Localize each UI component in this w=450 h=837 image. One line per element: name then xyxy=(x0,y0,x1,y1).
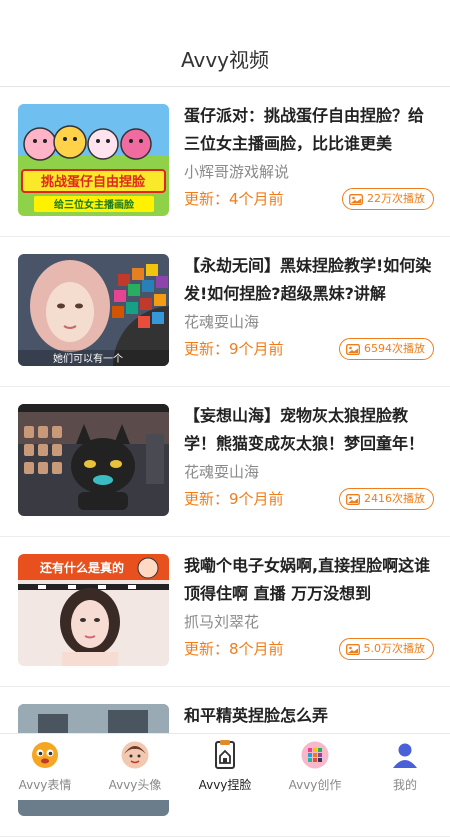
image-icon xyxy=(349,193,363,205)
play-count: 2416次播放 xyxy=(364,492,425,505)
image-icon xyxy=(345,643,360,655)
image-icon xyxy=(346,493,360,505)
video-title[interactable]: 蛋仔派对：挑战蛋仔自由捏脸？给三位女主播画脸，比比谁更美 xyxy=(184,102,434,158)
video-thumbnail[interactable]: 她们可以有一个 xyxy=(18,254,169,366)
tab-avvy-create[interactable]: Avvy创作 xyxy=(270,734,360,800)
thumb-caption: 还有什么是真的 xyxy=(39,560,124,575)
tab-label: Avvy表情 xyxy=(18,778,72,792)
profile-icon xyxy=(393,743,417,768)
play-count-badge: 2416次播放 xyxy=(339,488,434,510)
tab-label: Avvy捏脸 xyxy=(198,778,252,792)
avatar-icon xyxy=(121,741,149,769)
play-count-badge: 6594次播放 xyxy=(339,338,434,360)
video-thumbnail[interactable]: 挑战蛋仔自由捏脸 给三位女主播画脸 xyxy=(18,104,169,216)
video-title[interactable]: 【妄想山海】宠物灰太狼捏脸教学！熊猫变成灰太狼！梦回童年！ xyxy=(184,402,434,458)
play-count: 22万次播放 xyxy=(367,192,425,205)
video-author: 花魂耍山海 xyxy=(184,463,260,481)
thumb-caption: 给三位女主播画脸 xyxy=(54,198,135,211)
video-title[interactable]: 我嘞个电子女娲啊,直接捏脸啊这谁顶得住啊 直播 万万没想到 xyxy=(184,552,434,608)
video-item[interactable]: 挑战蛋仔自由捏脸 给三位女主播画脸 蛋仔派对：挑战蛋仔自由捏脸？给三位女主播画脸… xyxy=(0,87,450,237)
bottom-tab-bar: Avvy表情 Avvy头像 Avvy捏脸 Avvy创作 我的 xyxy=(0,733,450,800)
video-item[interactable]: 还有什么是真的 我嘞个电子女娲啊,直接捏脸啊这谁顶得住啊 直播 万万没想到 抓马… xyxy=(0,537,450,687)
tab-label: Avvy创作 xyxy=(288,778,342,792)
video-author: 小辉哥游戏解说 xyxy=(184,163,290,181)
tab-label: Avvy头像 xyxy=(108,778,162,792)
thumb-caption: 挑战蛋仔自由捏脸 xyxy=(41,174,146,190)
video-thumbnail[interactable]: 还有什么是真的 xyxy=(18,554,169,666)
image-icon xyxy=(346,343,360,355)
video-author: 花魂耍山海 xyxy=(184,313,260,331)
play-count-badge: 22万次播放 xyxy=(342,188,434,210)
video-list[interactable]: 挑战蛋仔自由捏脸 给三位女主播画脸 蛋仔派对：挑战蛋仔自由捏脸？给三位女主播画脸… xyxy=(0,87,450,837)
tab-label: 我的 xyxy=(392,778,417,792)
top-header: Avvy视频 xyxy=(0,0,450,87)
video-item[interactable]: 她们可以有一个 【永劫无间】黑妹捏脸教学!如何染发!如何捏脸?超级黑妹?讲解 花… xyxy=(0,237,450,387)
tab-avvy-face-edit[interactable]: Avvy捏脸 xyxy=(180,734,270,800)
play-count-badge: 5.0万次播放 xyxy=(338,638,434,660)
video-author: 抓马刘翠花 xyxy=(184,613,260,631)
update-time: 更新：9个月前 xyxy=(184,340,284,358)
video-title[interactable]: 【永劫无间】黑妹捏脸教学!如何染发!如何捏脸?超级黑妹?讲解 xyxy=(184,252,434,308)
video-item[interactable]: 【妄想山海】宠物灰太狼捏脸教学！熊猫变成灰太狼！梦回童年！ 花魂耍山海 更新：9… xyxy=(0,387,450,537)
emoji-face-icon xyxy=(32,742,58,768)
tab-avvy-avatar[interactable]: Avvy头像 xyxy=(90,734,180,800)
create-grid-icon xyxy=(301,741,329,769)
play-count: 5.0万次播放 xyxy=(363,642,426,655)
update-time: 更新：4个月前 xyxy=(184,190,284,208)
update-time: 更新：9个月前 xyxy=(184,490,284,508)
thumb-caption: 她们可以有一个 xyxy=(53,352,123,365)
tab-avvy-emoji[interactable]: Avvy表情 xyxy=(0,734,90,800)
page-title: Avvy视频 xyxy=(180,48,270,72)
face-edit-icon xyxy=(215,740,235,769)
video-thumbnail[interactable] xyxy=(18,404,169,516)
update-time: 更新：8个月前 xyxy=(184,640,284,658)
play-count: 6594次播放 xyxy=(364,342,425,355)
tab-profile[interactable]: 我的 xyxy=(360,734,450,800)
